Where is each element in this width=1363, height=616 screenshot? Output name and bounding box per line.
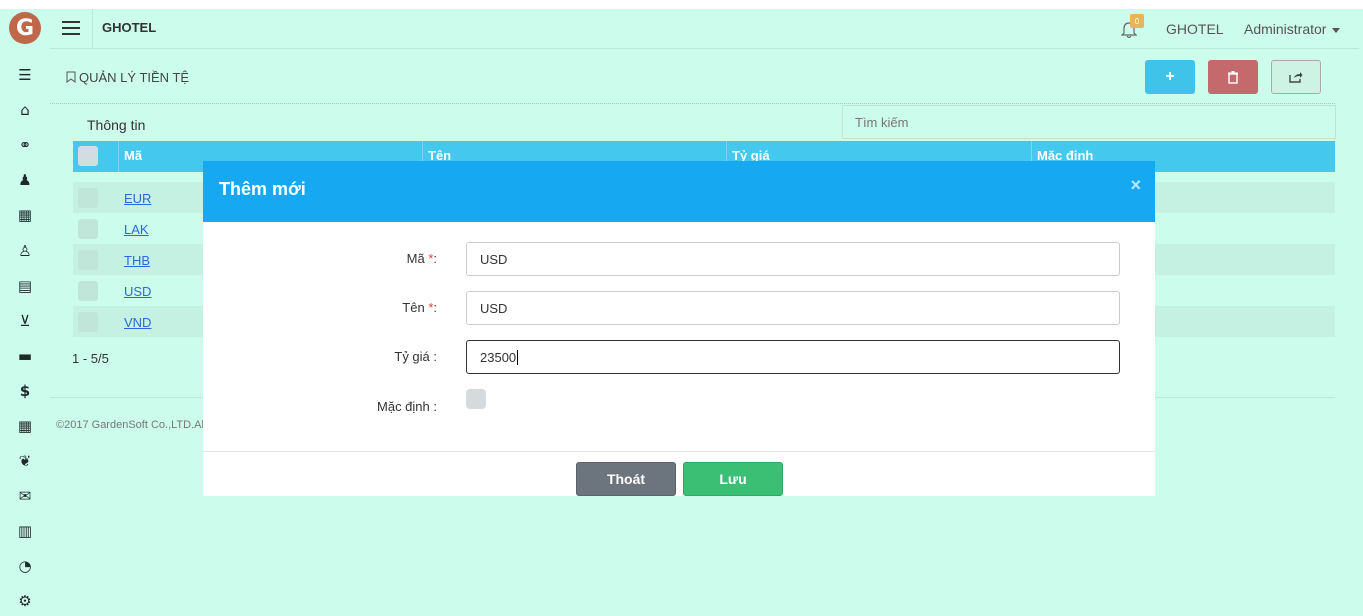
page-title: QUẢN LÝ TIỀN TỆ	[66, 70, 189, 85]
leaf-icon[interactable]: ❦	[15, 451, 35, 471]
user-name: Administrator	[1244, 21, 1327, 37]
column-header-code[interactable]: Mã	[124, 148, 142, 163]
chevron-down-icon	[1332, 27, 1341, 33]
chart-icon[interactable]: ▥	[15, 521, 35, 541]
name-field[interactable]: USD	[466, 291, 1120, 325]
pagination-info: 1 - 5/5	[72, 351, 109, 366]
row-checkbox[interactable]	[78, 312, 98, 332]
sidebar: G ☰ ⌂ ⚭ ♟ ▦ ♙ ▤ ⊻ ▬ $ ▦ ❦ ✉ ▥ ◔ ⚙	[0, 9, 50, 616]
grid-icon[interactable]: ▤	[15, 276, 35, 296]
select-all-checkbox[interactable]	[78, 146, 98, 166]
logo-letter: G	[15, 15, 35, 41]
trash-icon	[1228, 70, 1238, 84]
row-code-link[interactable]: THB	[124, 253, 150, 268]
dollar-icon[interactable]: $	[15, 381, 35, 401]
handshake-icon[interactable]: ⚭	[15, 135, 35, 155]
table-icon[interactable]: ▦	[15, 416, 35, 436]
code-label: Mã *:	[203, 251, 437, 266]
hotel-name[interactable]: GHOTEL	[1166, 21, 1224, 37]
modal-header: Thêm mới ×	[203, 161, 1155, 222]
coffee-icon[interactable]: ▬	[15, 346, 35, 366]
settings-icon[interactable]: ⚙	[15, 591, 35, 611]
building-icon[interactable]: ▦	[15, 205, 35, 225]
search-input[interactable]	[842, 105, 1336, 139]
menu-icon[interactable]: ☰	[15, 65, 35, 85]
user-menu[interactable]: Administrator	[1244, 21, 1341, 37]
info-label: Thông tin	[87, 117, 146, 133]
scrollbar[interactable]	[1359, 9, 1363, 616]
plus-icon: +	[1165, 68, 1175, 85]
top-bar: GHOTEL 0 GHOTEL Administrator	[50, 9, 1363, 49]
code-field[interactable]: USD	[466, 242, 1120, 276]
text-cursor	[517, 349, 519, 365]
app-logo[interactable]: G	[9, 12, 41, 44]
cart-icon[interactable]: ⊻	[15, 311, 35, 331]
modal-title: Thêm mới	[219, 179, 306, 199]
exit-button[interactable]: Thoát	[576, 462, 676, 496]
label-colon: :	[433, 251, 437, 266]
save-button[interactable]: Lưu	[683, 462, 783, 496]
row-checkbox[interactable]	[78, 188, 98, 208]
page-title-text: QUẢN LÝ TIỀN TỆ	[79, 70, 190, 85]
row-checkbox[interactable]	[78, 281, 98, 301]
rate-label: Tỷ giá :	[394, 349, 437, 364]
page-header: QUẢN LÝ TIỀN TỆ +	[50, 52, 1335, 104]
add-button[interactable]: +	[1145, 60, 1195, 94]
person-desk-icon[interactable]: ♟	[15, 170, 35, 190]
close-icon[interactable]: ×	[1130, 175, 1141, 196]
row-code-link[interactable]: USD	[124, 284, 151, 299]
delete-button[interactable]	[1208, 60, 1258, 94]
label-colon: :	[433, 300, 437, 315]
name-value: USD	[480, 300, 508, 316]
notification-badge: 0	[1130, 14, 1144, 28]
export-button[interactable]	[1271, 60, 1321, 94]
row-code-link[interactable]: LAK	[124, 222, 149, 237]
default-checkbox[interactable]	[466, 389, 486, 409]
chat-icon[interactable]: ◔	[15, 556, 35, 576]
rate-field[interactable]: 23500	[466, 340, 1120, 374]
name-label: Tên *:	[203, 300, 437, 315]
hamburger-icon[interactable]	[62, 21, 80, 35]
bookmark-icon	[66, 71, 76, 83]
modal-divider	[203, 451, 1155, 452]
column-divider	[118, 141, 119, 172]
row-checkbox[interactable]	[78, 219, 98, 239]
row-checkbox[interactable]	[78, 250, 98, 270]
name-label-text: Tên	[402, 300, 425, 315]
share-icon	[1289, 72, 1303, 83]
home-icon[interactable]: ⌂	[15, 100, 35, 120]
add-currency-modal: Thêm mới × Mã *: USD Tên *: USD Tỷ giá :…	[203, 161, 1155, 496]
code-label-text: Mã	[406, 251, 425, 266]
rate-value: 23500	[480, 349, 517, 365]
row-code-link[interactable]: EUR	[124, 191, 151, 206]
default-label: Mặc định :	[377, 399, 437, 414]
staff-icon[interactable]: ♙	[15, 241, 35, 261]
divider	[92, 9, 93, 49]
brand-name: GHOTEL	[102, 20, 157, 35]
mail-icon[interactable]: ✉	[15, 486, 35, 506]
copyright: ©2017 GardenSoft Co.,LTD.All	[56, 419, 207, 431]
row-code-link[interactable]: VND	[124, 315, 151, 330]
code-value: USD	[480, 251, 508, 267]
